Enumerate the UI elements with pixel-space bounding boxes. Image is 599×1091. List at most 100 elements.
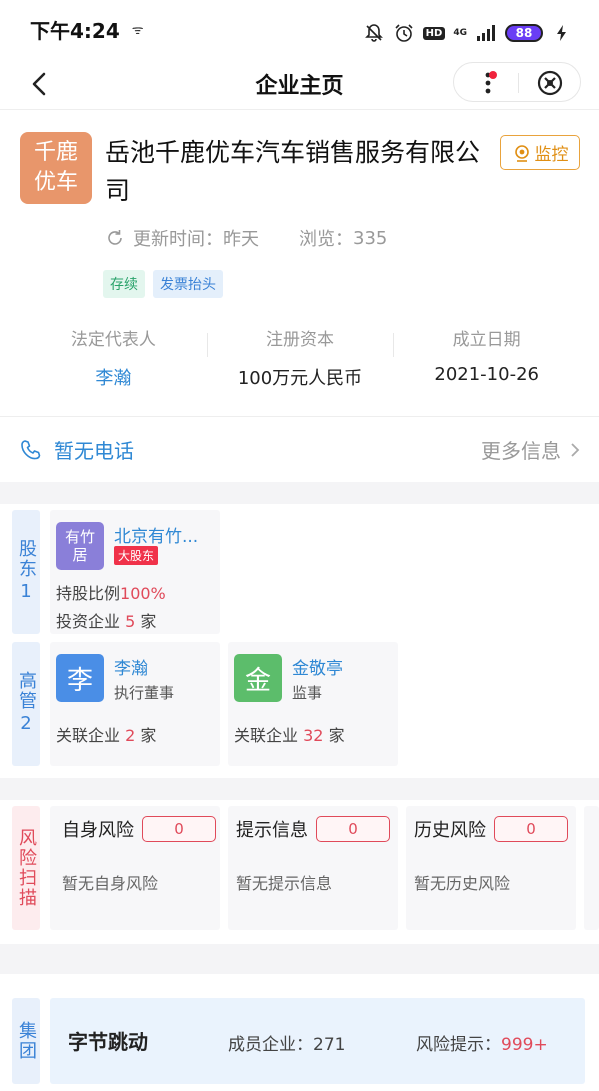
logo-line-2: 优车 [33,170,78,195]
monitor-label: 监控 [534,145,569,165]
shareholders-count: 1 [20,581,32,602]
shareholder-name[interactable]: 北京有竹... [114,522,198,547]
status-icons: HD 4G 88 [363,22,573,44]
close-button[interactable] [534,67,566,99]
nav-bar: 企业主页 [0,58,599,110]
risk-card-history[interactable]: 历史风险 0 暂无历史风险 [406,806,576,930]
more-info-label: 更多信息 [481,439,561,463]
shareholder-card[interactable]: 有竹 居 北京有竹... 大股东 持股比例100% 投资企业 5 家 [50,510,220,634]
contact-row[interactable]: 暂无电话 更多信息 [0,416,599,482]
risk-side-label: 风险扫描 [12,806,40,930]
monitor-button[interactable]: 监控 [500,135,580,170]
status-badge: 存续 [103,270,145,298]
phone-text: 暂无电话 [54,439,134,463]
invest-unit: 家 [140,612,157,631]
capsule-divider [518,73,519,93]
update-row: 更新时间： 昨天 浏览： 335 [105,225,387,251]
related-value-1: 2 [125,726,136,745]
related-label-1: 关联企业 [56,726,121,745]
risk-count-history: 0 [494,816,568,842]
views-label: 浏览： [299,229,353,250]
group-risk-label: 风险提示： [416,1035,501,1055]
related-unit-1: 家 [140,726,157,745]
capital-value: 100万元人民币 [237,368,363,389]
camera-icon [514,144,529,162]
battery-indicator: 88 [505,24,543,42]
group-risk-value: 999+ [501,1035,548,1055]
notification-dot [489,71,497,79]
section-divider [0,482,599,504]
executive-role-1: 执行董事 [114,684,175,702]
related-value-2: 32 [303,726,324,745]
group-side-label: 集团 [12,998,40,1084]
phone-icon [21,439,41,459]
invoice-tag[interactable]: 发票抬头 [153,270,223,298]
share-ratio-value: 100% [120,584,166,603]
executive-card-2[interactable]: 金 金敬亭 监事 关联企业 32 家 [228,642,398,766]
more-info-link[interactable]: 更多信息 [481,435,581,464]
executives-side-label: 高管 2 [12,642,40,766]
related-label-2: 关联企业 [234,726,299,745]
executive-card-1[interactable]: 李 李瀚 执行董事 关联企业 2 家 [50,642,220,766]
chevron-right-icon [571,442,580,457]
logo-line-1: 千鹿 [33,140,78,165]
risk-head-self: 自身风险 0 [62,816,216,842]
shareholder-avatar-line1: 有竹 [64,528,95,546]
group-card[interactable]: 字节跳动 成员企业：271 风险提示：999+ [50,998,585,1084]
hd-icon: HD [422,26,446,40]
legal-rep-value[interactable]: 李瀚 [20,364,207,390]
executive-name-2[interactable]: 金敬亭 [292,654,343,679]
risk-title-self: 自身风险 [62,820,134,841]
status-time: 下午4:24 [30,18,120,43]
related-companies-1: 关联企业 2 家 [56,722,156,746]
nfc-icon: ᯤ [131,23,144,38]
related-companies-2: 关联企业 32 家 [234,722,345,746]
risk-desc-history: 暂无历史风险 [414,874,511,893]
members-label: 成员企业： [228,1035,313,1055]
charging-icon [551,22,573,44]
executives-count: 2 [20,713,32,734]
legal-rep: 法定代表人 李瀚 [20,325,207,390]
section-divider [0,778,599,800]
risk-head-notice: 提示信息 0 [236,816,390,842]
group-label: 集团 [16,1021,37,1061]
risk-card-notice[interactable]: 提示信息 0 暂无提示信息 [228,806,398,930]
company-name: 岳池千鹿优车汽车销售服务有限公司 [105,138,481,205]
group-members: 成员企业：271 [228,1030,345,1055]
company-card: 千鹿 优车 岳池千鹿优车汽车销售服务有限公司 监控 更新时间： 昨天 浏览： 3… [0,110,599,415]
section-divider [0,944,599,974]
update-label: 更新时间： [133,229,223,250]
share-ratio-label: 持股比例 [56,584,121,603]
risk-label: 风险扫描 [16,828,37,908]
close-circle-icon [537,70,563,96]
invest-label: 投资企业 [56,612,121,631]
risk-card-self[interactable]: 自身风险 0 暂无自身风险 [50,806,220,930]
refresh-icon [108,230,122,245]
status-tags: 存续 发票抬头 [103,270,223,298]
major-shareholder-badge: 大股东 [114,546,159,565]
risk-desc-self: 暂无自身风险 [62,874,159,893]
executive-name-1[interactable]: 李瀚 [114,654,148,679]
update-value: 昨天 [223,229,259,250]
risk-count-self: 0 [142,816,216,842]
risk-desc-notice: 暂无提示信息 [236,874,333,893]
founding-label: 成立日期 [452,330,521,350]
shareholders-side-label: 股东 1 [12,510,40,634]
shareholder-avatar-line2: 居 [72,546,88,564]
members-value: 271 [313,1035,346,1055]
legal-rep-label: 法定代表人 [70,330,156,350]
registered-capital: 注册资本 100万元人民币 [206,325,394,390]
capital-label: 注册资本 [266,330,334,350]
views-value: 335 [353,227,388,249]
invested-companies: 投资企业 5 家 [56,608,156,632]
share-ratio: 持股比例100% [56,580,166,604]
risk-card-next-peek[interactable] [584,806,599,930]
founding-value: 2021-10-26 [434,364,539,385]
executives-label: 高管 [16,671,37,711]
group-name: 字节跳动 [68,1030,148,1054]
group-risk: 风险提示：999+ [416,1030,548,1055]
basic-info: 法定代表人 李瀚 注册资本 100万元人民币 成立日期 2021-10-26 [20,325,580,390]
invest-value: 5 [125,612,136,631]
risk-title-notice: 提示信息 [236,820,308,841]
more-button[interactable] [472,67,504,99]
